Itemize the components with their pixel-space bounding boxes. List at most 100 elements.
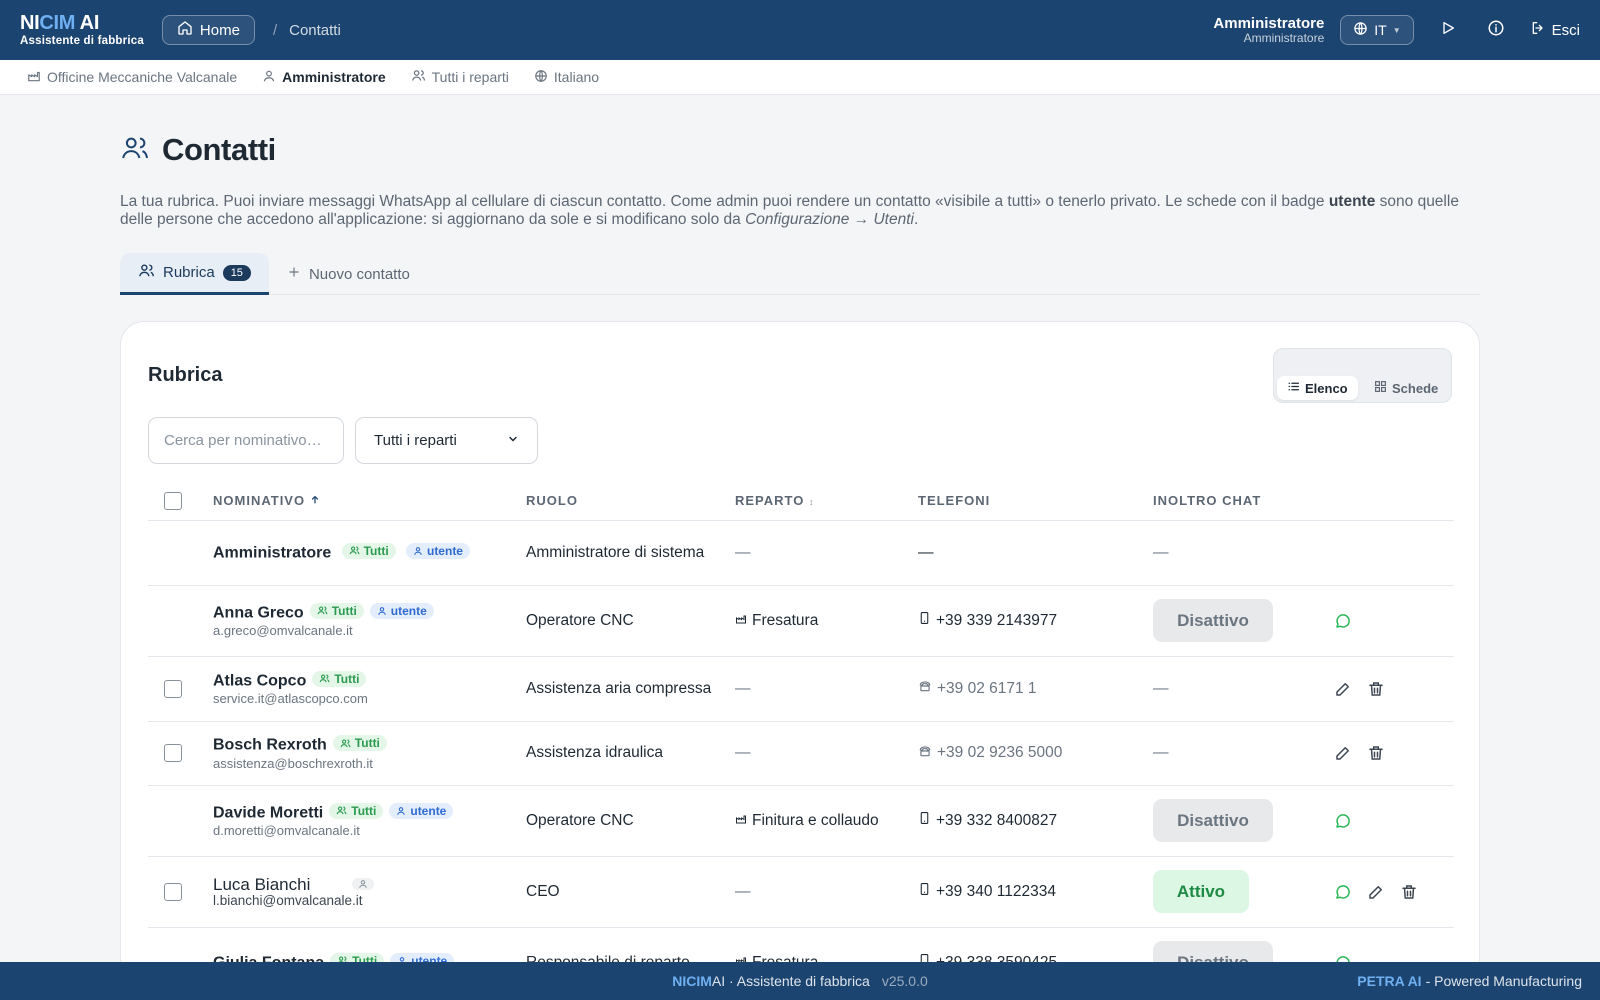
tutti-badge: Tutti [341,542,396,559]
home-label: Home [199,21,240,39]
company-item[interactable]: Officine Meccaniche Valcanale [27,69,237,86]
department-select-value: Tutti i reparti [374,432,457,449]
language-code: IT [1374,22,1387,38]
table-row: Bosch Rexroth Tutti assistenza@boschrexro… [148,721,1454,786]
view-toggle: Elenco Schede [1273,348,1452,403]
chat-forward-toggle[interactable]: Disattivo [1153,799,1273,842]
contact-name[interactable]: Luca Bianchi [213,875,310,894]
info-button[interactable] [1482,16,1510,44]
home-icon [177,20,193,40]
tab-nuovo-label: Nuovo contatto [308,265,410,283]
filters-row: Tutti i reparti [148,417,1452,464]
select-all-checkbox[interactable] [164,491,182,510]
landline-icon [918,679,932,698]
contact-phone[interactable]: +39 340 1122334 [918,882,1153,901]
trash-icon[interactable] [1399,882,1418,901]
contact-email: a.greco@omvalcanale.it [213,623,353,639]
whatsapp-icon[interactable] [1333,611,1352,630]
contact-name[interactable]: Anna Greco [213,604,304,621]
row-checkbox[interactable] [164,744,182,762]
contacts-card: Rubrica Elenco Schede Tutti [120,321,1480,981]
tutti-badge: Tutti [332,735,387,752]
contact-phone[interactable]: +39 339 2143977 [918,611,1153,630]
trash-icon[interactable] [1366,679,1385,698]
departments-item[interactable]: Tutti i reparti [411,68,509,86]
footer: NICIM AI · Assistente di fabbrica v25.0.… [0,962,1600,1000]
view-list-label: Elenco [1305,380,1348,396]
tab-rubrica[interactable]: Rubrica 15 [120,253,269,295]
logout-button[interactable]: Esci [1530,20,1580,40]
tutti-badge: Tutti [309,602,364,619]
pencil-icon[interactable] [1333,679,1352,698]
contact-name[interactable]: Davide Moretti [213,804,323,821]
page-description: La tua rubrica. Puoi inviare messaggi Wh… [120,193,1459,228]
tab-nuovo-contatto[interactable]: Nuovo contatto [269,253,428,295]
top-bar: NICIM AI Assistente di fabbrica Home / C… [0,0,1600,60]
user-name: Amministratore [1213,14,1325,32]
contact-name[interactable]: Bosch Rexroth [213,737,327,754]
footer-powered-by[interactable]: PETRA AI - Powered Manufacturing [1357,962,1582,1000]
page-header: Contatti [120,132,1480,168]
contact-name[interactable]: Atlas Copco [213,672,306,689]
table-row: Anna Greco Tutti utente a.greco@omvalcanal… [148,585,1454,657]
grid-icon [1374,380,1387,396]
list-icon [1287,380,1300,396]
contact-dept: — [735,744,751,761]
card-title: Rubrica [148,364,223,386]
table-row: Atlas Copco Tutti service.it@atlascopco.c… [148,656,1454,722]
chat-forward-toggle[interactable]: Disattivo [1153,599,1273,642]
row-checkbox[interactable] [164,882,182,901]
chevron-down-icon: ▼ [1392,25,1401,35]
play-icon [1440,20,1456,41]
logout-icon [1530,20,1546,40]
whatsapp-icon[interactable] [1333,882,1352,901]
info-icon [1487,19,1505,42]
chat-forward-toggle[interactable]: Attivo [1153,870,1249,913]
contact-phone[interactable]: +39 02 9236 5000 [918,744,1153,763]
factory-icon [735,612,747,630]
user-item[interactable]: Amministratore [262,69,386,86]
contact-phone[interactable]: +39 02 6171 1 [918,679,1153,698]
contact-phone: — [918,543,934,561]
language-selector[interactable]: IT ▼ [1340,15,1414,45]
pencil-icon[interactable] [1333,744,1352,763]
view-cards-label: Schede [1392,380,1439,396]
brand-subtitle: Assistente di fabbrica [20,34,144,47]
contact-email: assistenza@boschrexroth.it [213,755,373,771]
utente-badge: utente [369,603,434,620]
play-button[interactable] [1434,16,1462,44]
app-version: v25.0.0 [881,973,928,989]
globe-icon [534,69,548,86]
table-header-row: NOMINATIVO RUOLO REPARTO ↕ TELEFONI INOL… [148,482,1454,521]
trash-icon[interactable] [1366,744,1385,763]
home-button[interactable]: Home [161,15,255,45]
whatsapp-icon[interactable] [1333,811,1352,830]
view-list-button[interactable]: Elenco [1277,376,1358,400]
sort-icon: ↕ [808,497,815,508]
users-icon [138,262,155,283]
current-user: Amministratore Amministratore [1213,16,1324,44]
contact-email: d.moretti@omvalcanale.it [213,823,360,839]
contact-email: service.it@atlascopco.com [213,691,368,707]
contact-role: Assistenza idraulica [526,721,735,786]
footer-brand: NICIM [672,973,712,989]
company-name: Officine Meccaniche Valcanale [47,69,238,85]
col-name-header[interactable]: NOMINATIVO [213,482,526,521]
contact-role: Operatore CNC [526,585,735,657]
mobile-icon [918,882,931,901]
tab-bar: Rubrica 15 Nuovo contatto [120,253,1480,295]
view-cards-button[interactable]: Schede [1364,376,1448,400]
pencil-icon[interactable] [1366,882,1385,901]
brand-logo[interactable]: NICIM AI Assistente di fabbrica [20,13,144,48]
factory-icon [27,69,41,86]
contact-phone[interactable]: +39 332 8400827 [918,811,1153,830]
tutti-badge: Tutti [312,670,367,687]
department-select[interactable]: Tutti i reparti [355,417,538,464]
users-icon [411,68,426,86]
contact-name[interactable]: Amministratore [213,544,331,561]
search-input[interactable] [148,417,344,464]
table-row: Amministratore Tutti utente Amministrato… [148,520,1454,586]
row-checkbox[interactable] [164,679,182,698]
language-item[interactable]: Italiano [534,69,599,86]
col-dept-header[interactable]: REPARTO ↕ [735,482,918,521]
